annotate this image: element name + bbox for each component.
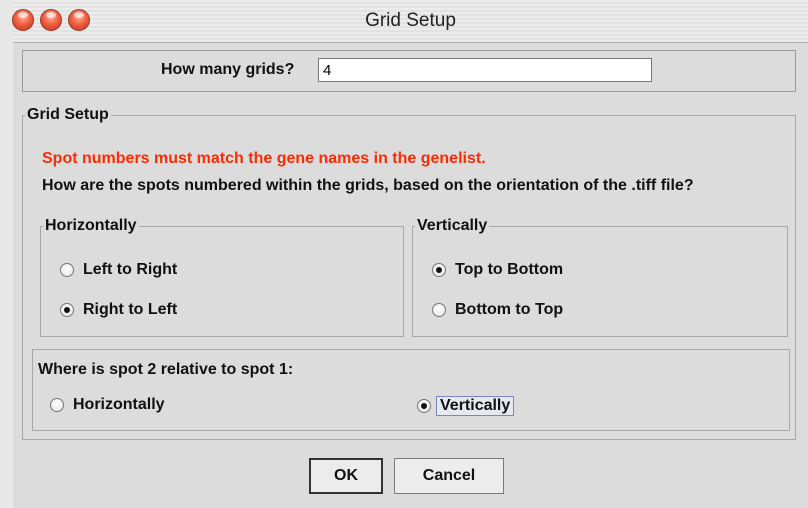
radio-relative-horizontally-label: Horizontally [73, 396, 165, 413]
radio-button-icon[interactable] [60, 263, 74, 277]
radio-button-icon[interactable] [50, 398, 64, 412]
cancel-button[interactable]: Cancel [394, 458, 504, 494]
radio-left-to-right[interactable]: Left to Right [60, 261, 177, 279]
radio-bottom-to-top-label: Bottom to Top [455, 301, 564, 318]
horizontal-order-group: Horizontally Left to Right Right to Left [40, 217, 404, 337]
radio-button-icon[interactable] [432, 303, 446, 317]
radio-button-selected-icon[interactable] [60, 303, 74, 317]
radio-top-to-bottom-label: Top to Bottom [455, 261, 564, 278]
horizontal-order-title: Horizontally [43, 217, 139, 235]
radio-relative-vertically-label: Vertically [436, 396, 515, 416]
warning-text: Spot numbers must match the gene names i… [42, 150, 486, 167]
grid-count-panel: How many grids? [22, 50, 796, 92]
grid-setup-group: Grid Setup Spot numbers must match the g… [22, 106, 796, 440]
window-title: Grid Setup [365, 10, 456, 31]
vertical-order-title: Vertically [415, 217, 490, 235]
vertical-order-group: Vertically Top to Bottom Bottom to Top [412, 217, 788, 337]
radio-right-to-left[interactable]: Right to Left [60, 301, 177, 319]
relative-position-question: Where is spot 2 relative to spot 1: [38, 361, 294, 378]
numbering-question: How are the spots numbered within the gr… [42, 177, 694, 194]
ok-button[interactable]: OK [309, 458, 383, 494]
grid-setup-window: Grid Setup How many grids? Grid Setup Sp… [12, 0, 808, 508]
grid-count-label: How many grids? [161, 61, 295, 78]
radio-relative-horizontally[interactable]: Horizontally [50, 396, 165, 414]
radio-right-to-left-label: Right to Left [83, 301, 178, 318]
radio-button-selected-icon[interactable] [432, 263, 446, 277]
radio-bottom-to-top[interactable]: Bottom to Top [432, 301, 563, 319]
title-bar: Grid Setup [12, 0, 808, 43]
radio-button-selected-icon[interactable] [417, 399, 431, 413]
radio-relative-vertically[interactable]: Vertically [417, 396, 515, 416]
relative-position-panel: Where is spot 2 relative to spot 1: Hori… [32, 349, 790, 431]
radio-left-to-right-label: Left to Right [83, 261, 178, 278]
radio-top-to-bottom[interactable]: Top to Bottom [432, 261, 563, 279]
grid-setup-group-title: Grid Setup [25, 106, 111, 124]
grid-count-input[interactable] [318, 58, 652, 82]
